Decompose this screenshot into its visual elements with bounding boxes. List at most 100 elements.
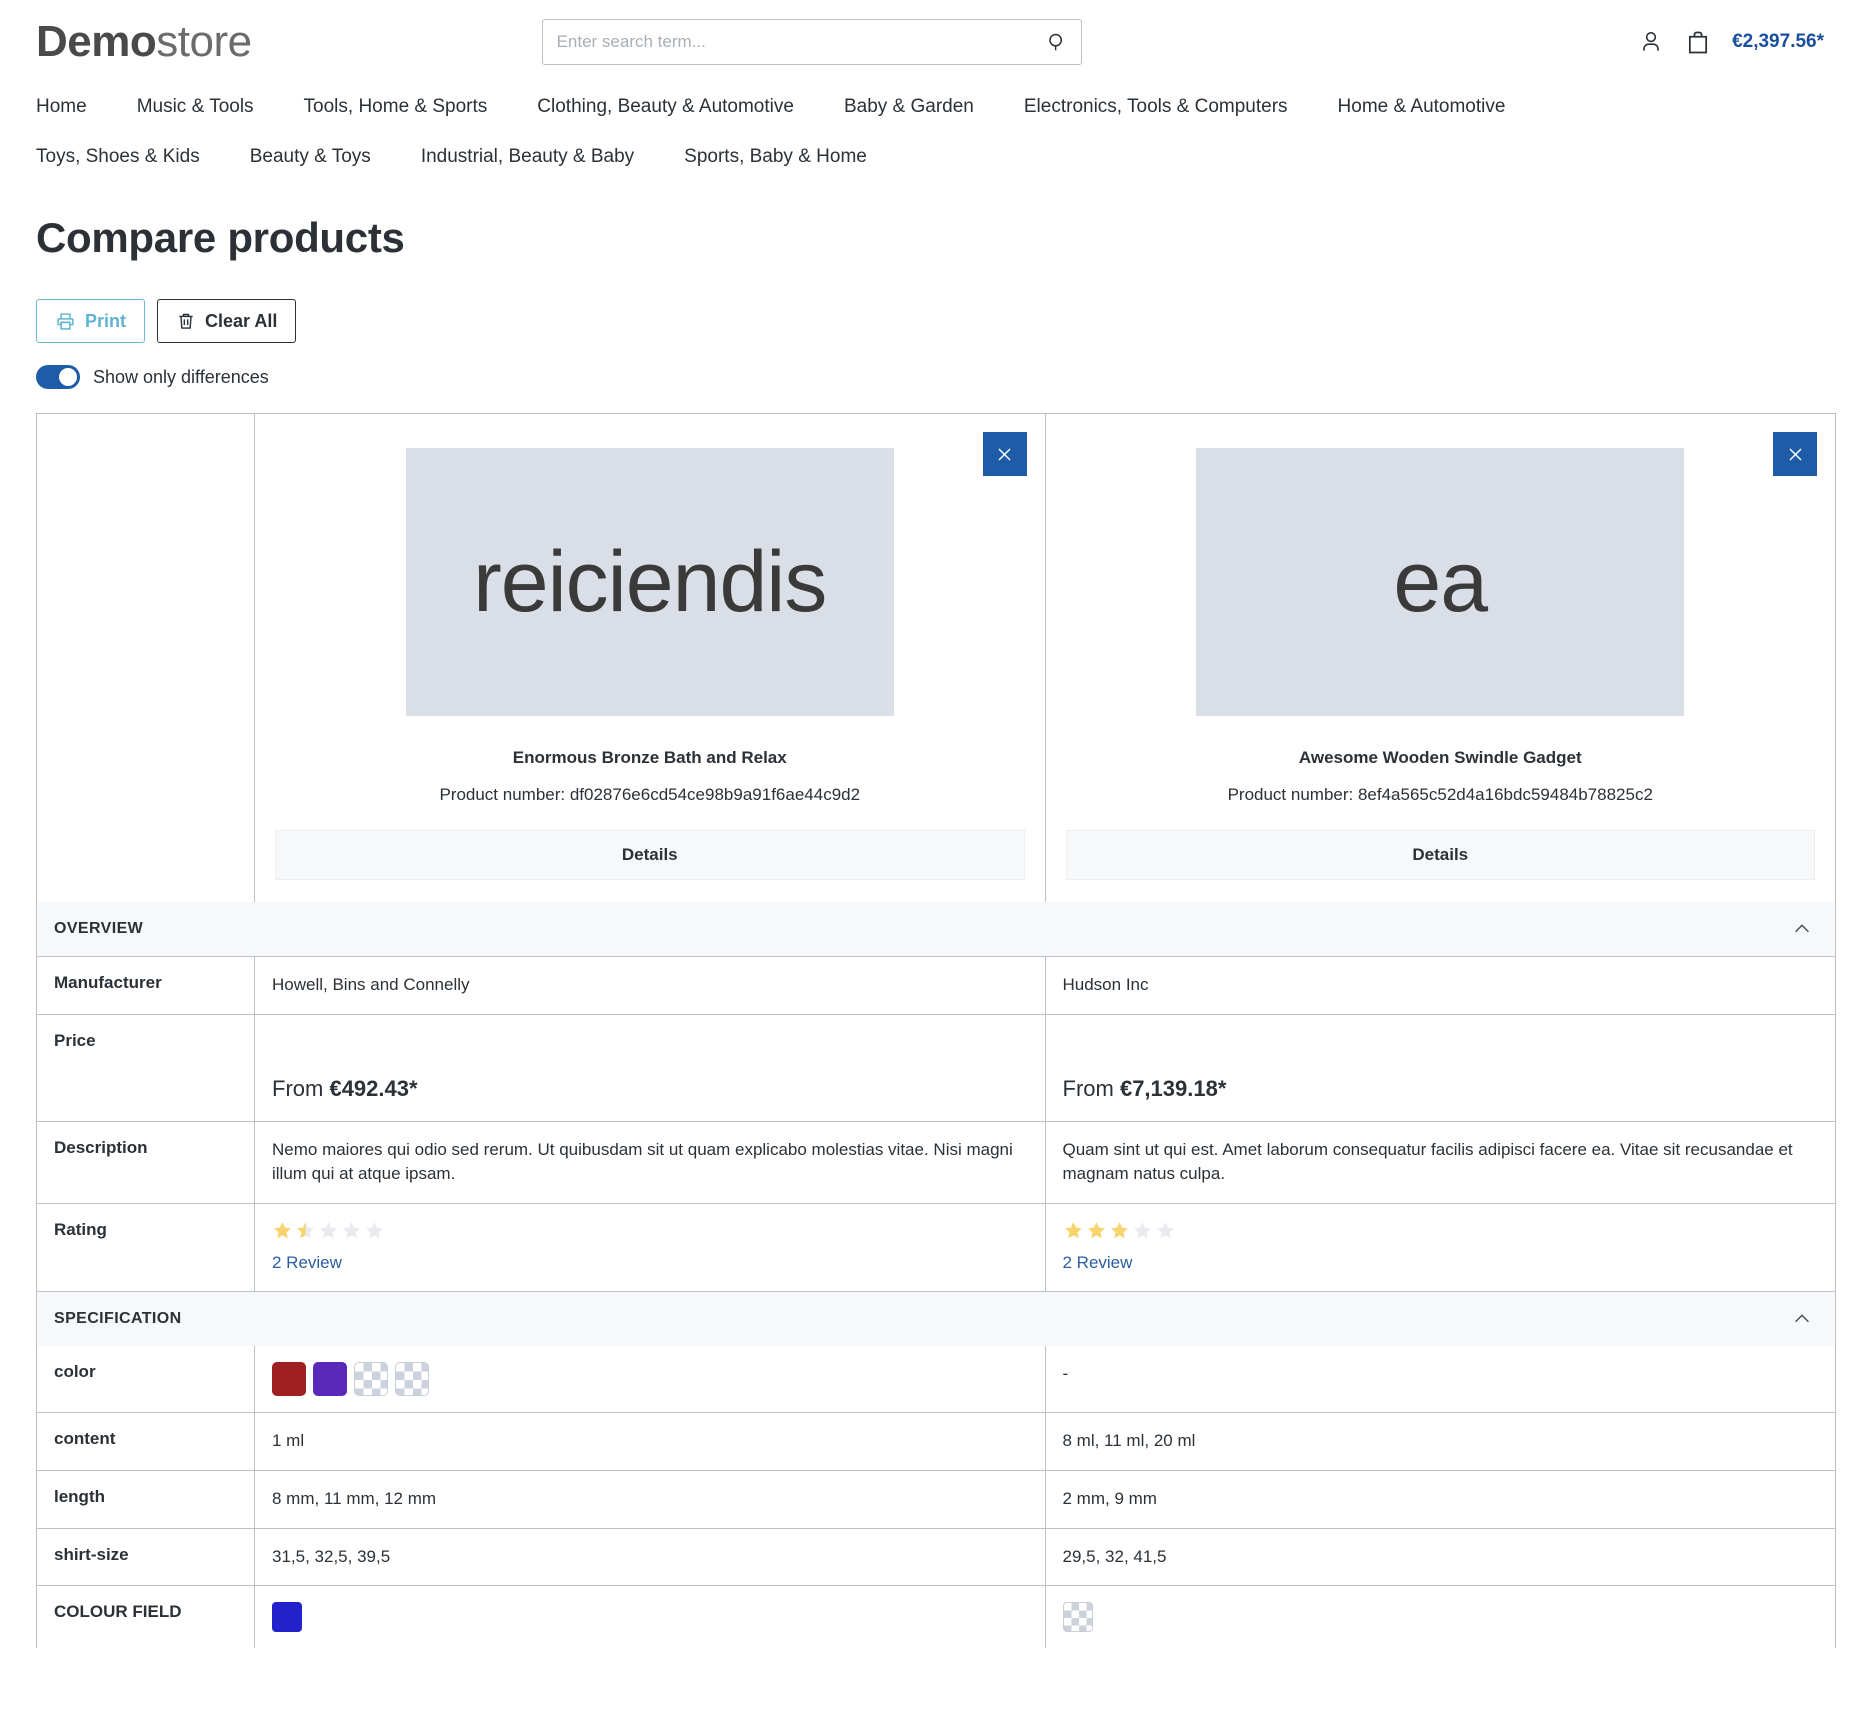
cart-total-amount[interactable]: €2,397.56* [1732,31,1824,53]
shopping-bag-icon [1689,31,1708,54]
account-button[interactable] [1638,29,1664,55]
row-length: length 8 mm, 11 mm, 12 mm 2 mm, 9 mm [37,1470,1835,1528]
row-label-2: length [37,1471,255,1528]
search-input[interactable] [541,19,1082,65]
cell-rating-2: 2 Review [1044,1203,1836,1292]
color-swatch[interactable] [272,1362,306,1397]
nav-item-sports-baby-home[interactable]: Sports, Baby & Home [684,146,867,168]
nav-item-tools-home-sports[interactable]: Tools, Home & Sports [304,96,488,118]
product-number-2: Product number: 8ef4a565c52d4a16bdc59484… [1227,785,1653,804]
specification-rows: color - content 1 ml 8 ml, 11 ml, 20 ml lengt… [37,1346,1836,1649]
overview-section-toggle[interactable]: OVERVIEW [37,902,1835,956]
cell-3-0: 31,5, 32,5, 39,5 [255,1529,1045,1586]
cell-text: 2 mm, 9 mm [1062,1489,1157,1509]
cell-text: 1 ml [272,1431,305,1451]
overview-section-title: OVERVIEW [54,920,144,937]
price-amount-2: €7,139.18* [1119,1075,1227,1101]
print-button-label: Print [85,311,127,331]
star-icon [297,1221,314,1239]
product-name-2[interactable]: Awesome Wooden Swindle Gadget [1066,748,1816,768]
star-icon [320,1221,337,1239]
search-container [541,19,1082,65]
nav-item-music-tools[interactable]: Music & Tools [137,96,254,118]
row-shirt-size: shirt-size 31,5, 32,5, 39,5 29,5, 32, 41,5 [37,1527,1836,1586]
cell-4-1 [1044,1586,1836,1649]
row-rating: Rating 2 Review 2 Review [37,1202,1836,1292]
specification-section-toggle[interactable]: SPECIFICATION [37,1292,1835,1347]
nav-item-electronics-tools-computers[interactable]: Electronics, Tools & Computers [1024,96,1288,118]
rating-stars-1 [272,1220,1045,1241]
row-label-manufacturer: Manufacturer [37,957,255,1014]
row-description: Description Nemo maiores qui odio sed re… [37,1120,1835,1203]
star-icon [1156,1221,1174,1239]
nav-item-beauty-toys[interactable]: Beauty & Toys [250,146,371,168]
cell-2-1: 2 mm, 9 mm [1044,1471,1836,1528]
product-header-spacer [37,414,255,902]
rating-stars-2 [1063,1220,1836,1241]
nav-item-baby-garden[interactable]: Baby & Garden [844,96,974,118]
row-label-4: COLOUR FIELD [37,1586,255,1649]
site-logo[interactable]: Demostore [36,20,252,64]
remove-product-1-button[interactable] [982,432,1027,476]
toggle-knob [59,368,77,386]
nav-row-1: Home Music & Tools Tools, Home & Sports … [36,82,1836,132]
nav-item-toys-shoes-kids[interactable]: Toys, Shoes & Kids [36,146,200,168]
specification-section-header: SPECIFICATION [37,1291,1835,1347]
clear-all-button-label: Clear All [205,311,278,331]
nav-item-industrial-beauty-baby[interactable]: Industrial, Beauty & Baby [421,146,634,168]
nav-item-home[interactable]: Home [36,96,87,118]
row-colour-field: COLOUR FIELD [37,1585,1836,1649]
nav-item-clothing-beauty-automotive[interactable]: Clothing, Beauty & Automotive [537,96,794,118]
page-title: Compare products [36,214,405,261]
color-swatch-group [1062,1602,1836,1633]
close-icon [998,447,1011,461]
chevron-up-icon [1791,918,1813,940]
product-name-1[interactable]: Enormous Bronze Bath and Relax [275,748,1025,768]
price-prefix-1: From [272,1075,330,1101]
show-only-differences-toggle[interactable] [36,365,80,389]
nav-row-2: Toys, Shoes & Kids Beauty & Toys Industr… [36,132,1836,182]
color-swatch-transparent[interactable] [1062,1602,1093,1633]
product-image-1[interactable]: reiciendis [405,448,894,716]
trash-icon [179,313,193,329]
star-icon [343,1221,360,1239]
cell-manufacturer-2: Hudson Inc [1044,957,1836,1014]
review-link-2[interactable]: 2 Review [1063,1251,1133,1276]
row-label-description: Description [37,1121,255,1203]
product-card-2: ea Awesome Wooden Swindle Gadget Product… [1044,414,1836,902]
row-manufacturer: Manufacturer Howell, Bins and Connelly H… [37,956,1835,1014]
product-image-1-text: reiciendis [473,533,827,630]
cell-text: 31,5, 32,5, 39,5 [272,1546,391,1566]
cell-3-1: 29,5, 32, 41,5 [1044,1528,1836,1586]
product-details-button-1[interactable]: Details [275,830,1025,880]
color-swatch-transparent[interactable] [354,1362,388,1397]
cell-manufacturer-1: Howell, Bins and Connelly [272,975,470,994]
row-label-price: Price [37,1014,255,1121]
cell-text: 8 ml, 11 ml, 20 ml [1062,1431,1196,1451]
color-swatch-transparent[interactable] [395,1362,429,1397]
cell-price-1: From €492.43* [255,1015,1045,1121]
header-actions: €2,397.56* [1638,28,1836,56]
color-swatch[interactable] [272,1602,302,1633]
product-details-button-2[interactable]: Details [1065,830,1815,880]
clear-all-button[interactable]: Clear All [157,299,297,343]
compare-table: reiciendis Enormous Bronze Bath and Rela… [36,413,1836,1649]
nav-item-home-automotive[interactable]: Home & Automotive [1338,96,1506,118]
price-amount-1: €492.43* [329,1075,418,1101]
color-swatch[interactable] [313,1362,347,1397]
row-label-1: content [37,1413,255,1471]
chevron-up-icon [1791,1308,1813,1330]
star-icon [1133,1221,1151,1239]
review-link-1[interactable]: 2 Review [272,1251,342,1276]
product-image-2-text: ea [1393,533,1488,630]
remove-product-2-button[interactable] [1773,432,1817,476]
product-header-row: reiciendis Enormous Bronze Bath and Rela… [37,414,1835,902]
main-navigation: Home Music & Tools Tools, Home & Sports … [0,76,1872,182]
row-content: content 1 ml 8 ml, 11 ml, 20 ml [37,1412,1835,1471]
cell-description-1: Nemo maiores qui odio sed rerum. Ut quib… [272,1139,1013,1184]
print-button[interactable]: Print [36,299,146,343]
cell-text: - [1062,1364,1069,1384]
product-image-2[interactable]: ea [1196,448,1685,716]
cart-button[interactable] [1684,28,1712,56]
search-submit-button[interactable] [1036,19,1078,65]
